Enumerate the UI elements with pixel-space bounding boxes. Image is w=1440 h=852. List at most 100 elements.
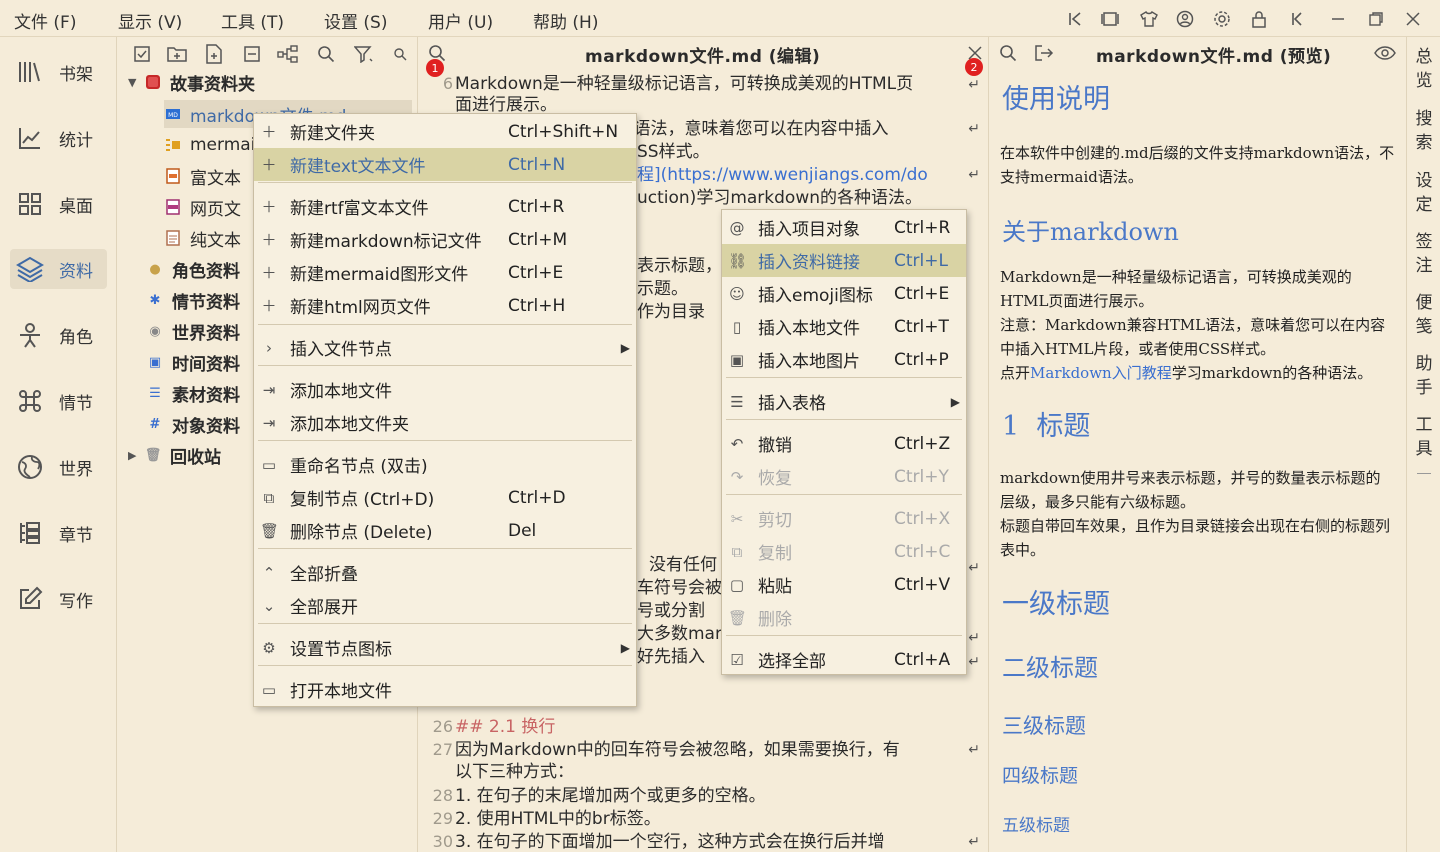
tree-folder-recycle[interactable]: ▶ 🗑 回收站 [128,441,221,469]
tree-folder-material[interactable]: ☰ 素材资料 [146,379,240,407]
menu-item-12[interactable]: 🗑 删除 [722,601,966,634]
nav-writing[interactable]: 写作 [10,579,107,619]
tree-folder-time[interactable]: ▣ 时间资料 [146,348,240,376]
menu-item-10[interactable]: ▭ 重命名节点 (双击) [254,448,636,481]
tree-item-html[interactable]: 网页文 [164,193,241,221]
menu-item-4[interactable]: ▯ 插入本地文件 Ctrl+T [722,310,966,343]
cut-icon: ✂ [730,509,744,528]
nav-chapters[interactable]: 章节 [10,513,107,553]
red-notebook-icon [144,73,162,91]
tree-item-plain-text[interactable]: 纯文本 [164,224,241,252]
search-icon[interactable] [996,41,1020,65]
collapse-all-icon[interactable] [240,42,264,66]
nav-stats[interactable]: 统计 [10,118,107,158]
menu-item-2[interactable]: ⛓ 插入资料链接 Ctrl+L [722,244,966,277]
tree-folder-objects[interactable]: # 对象资料 [146,410,240,438]
menu-item-2[interactable]: ＋ 新建text文本文件 Ctrl+N [254,148,636,181]
tree-item-mermaid[interactable]: mermaid [164,131,266,159]
eye-icon[interactable] [1373,41,1397,65]
nav-materials[interactable]: 资料 [10,249,107,289]
menu-settings[interactable]: 设置 (S) [324,8,387,33]
gear-icon[interactable] [1209,6,1235,32]
tree-folder-plot[interactable]: ✱ 情节资料 [146,286,240,314]
rail-notes[interactable]: 便笺 [1414,291,1434,339]
preview-h2: 二级标题 [1002,654,1098,682]
restore-icon[interactable] [1363,6,1389,32]
menu-shortcut: Ctrl+P [894,349,949,370]
small-search-icon[interactable] [388,42,412,66]
collapse-right-icon[interactable] [1284,6,1310,32]
menu-item-14[interactable]: ⌄ 全部展开 [254,589,636,622]
account-icon[interactable] [1172,6,1198,32]
menu-item-8[interactable]: ⇥ 添加本地文件 [254,373,636,406]
rail-search[interactable]: 搜索 [1414,107,1434,155]
nav-desktop[interactable]: 桌面 [10,184,107,224]
nav-plot[interactable]: 情节 [10,381,107,421]
menu-item-9[interactable]: ⇥ 添加本地文件夹 [254,406,636,439]
menu-help[interactable]: 帮助 (H) [533,8,598,33]
rail-annotations[interactable]: 签注 [1414,230,1434,278]
menu-item-13[interactable]: ☑ 选择全部 Ctrl+A [722,643,966,676]
menu-item-1[interactable]: ＋ 新建文件夹 Ctrl+Shift+N [254,115,636,148]
menu-item-15[interactable]: ⚙ 设置节点图标 ▶ [254,631,636,664]
menu-separator [258,365,632,366]
rail-tools[interactable]: 工具 [1414,413,1434,461]
menu-user[interactable]: 用户 (U) [428,8,493,33]
tree-folder-characters[interactable]: ● 角色资料 [146,255,240,283]
tutorial-link[interactable]: Markdown入门教程 [1030,364,1172,382]
menu-item-8[interactable]: ↷ 恢复 Ctrl+Y [722,460,966,493]
new-folder-icon[interactable] [165,42,189,66]
rail-overview[interactable]: 总览 [1414,45,1434,93]
menu-item-7[interactable]: › 插入文件节点 ▶ [254,331,636,364]
search-icon[interactable] [314,42,338,66]
tree-root-folder[interactable]: ▼ 故事资料夹 [128,68,255,96]
tree-item-rich-text[interactable]: 富文本 [164,162,241,190]
plus-icon: ＋ [261,156,277,174]
theme-shirt-icon[interactable] [1136,6,1162,32]
nav-characters[interactable]: 角色 [10,315,107,355]
collapse-left-icon[interactable] [1062,6,1088,32]
menu-item-13[interactable]: ⌃ 全部折叠 [254,556,636,589]
tree-folder-world[interactable]: ◉ 世界资料 [146,317,240,345]
menu-item-11[interactable]: ▢ 粘贴 Ctrl+V [722,568,966,601]
menu-item-3[interactable]: ☺ 插入emoji图标 Ctrl+E [722,277,966,310]
menu-view[interactable]: 显示 (V) [118,8,182,33]
rail-assistant[interactable]: 助手 [1414,352,1434,400]
menu-item-6[interactable]: ☰ 插入表格 ▶ [722,385,966,418]
menu-item-6[interactable]: ＋ 新建html网页文件 Ctrl+H [254,289,636,322]
menu-item-10[interactable]: ⧉ 复制 Ctrl+C [722,535,966,568]
menu-item-7[interactable]: ↶ 撤销 Ctrl+Z [722,427,966,460]
menu-item-4[interactable]: ＋ 新建markdown标记文件 Ctrl+M [254,223,636,256]
export-icon[interactable] [1032,41,1056,65]
checkbox-icon[interactable] [130,42,154,66]
menu-item-5[interactable]: ＋ 新建mermaid图形文件 Ctrl+E [254,256,636,289]
menubar: 文件 (F) 显示 (V) 工具 (T) 设置 (S) 用户 (U) 帮助 (H… [0,0,1440,37]
menu-item-5[interactable]: ▣ 插入本地图片 Ctrl+P [722,343,966,376]
menu-item-16[interactable]: ▭ 打开本地文件 [254,673,636,706]
menu-item-1[interactable]: @ 插入项目对象 Ctrl+R [722,211,966,244]
filter-icon[interactable] [352,42,376,66]
menu-item-label: 打开本地文件 [290,682,392,702]
lock-icon[interactable] [1246,6,1272,32]
nav-bookshelf[interactable]: 书架 [10,52,107,92]
menu-item-label: 新建text文本文件 [290,157,426,177]
preview-heading: 1 标题 [1002,404,1090,443]
nav-label: 写作 [59,591,93,612]
close-icon[interactable] [1400,6,1426,32]
menu-tools[interactable]: 工具 (T) [221,8,284,33]
menu-item-11[interactable]: ⧉ 复制节点 (Ctrl+D) Ctrl+D [254,481,636,514]
new-file-icon[interactable] [202,42,226,66]
nav-world[interactable]: 世界 [10,447,107,487]
menu-item-3[interactable]: ＋ 新建rtf富文本文件 Ctrl+R [254,190,636,223]
fullscreen-icon[interactable] [1097,6,1123,32]
menu-file[interactable]: 文件 (F) [14,8,76,33]
tree-label: 网页文 [190,199,241,220]
menu-item-12[interactable]: 🗑 删除节点 (Delete) Del [254,514,636,547]
menu-shortcut: Ctrl+Z [894,433,951,454]
wrap-icon: ↵ [968,560,980,576]
rail-settings[interactable]: 设定 [1414,169,1434,217]
tree-structure-icon[interactable] [276,42,300,66]
menu-item-9[interactable]: ✂ 剪切 Ctrl+X [722,502,966,535]
minimize-icon[interactable] [1325,6,1351,32]
menu-separator [258,665,632,666]
